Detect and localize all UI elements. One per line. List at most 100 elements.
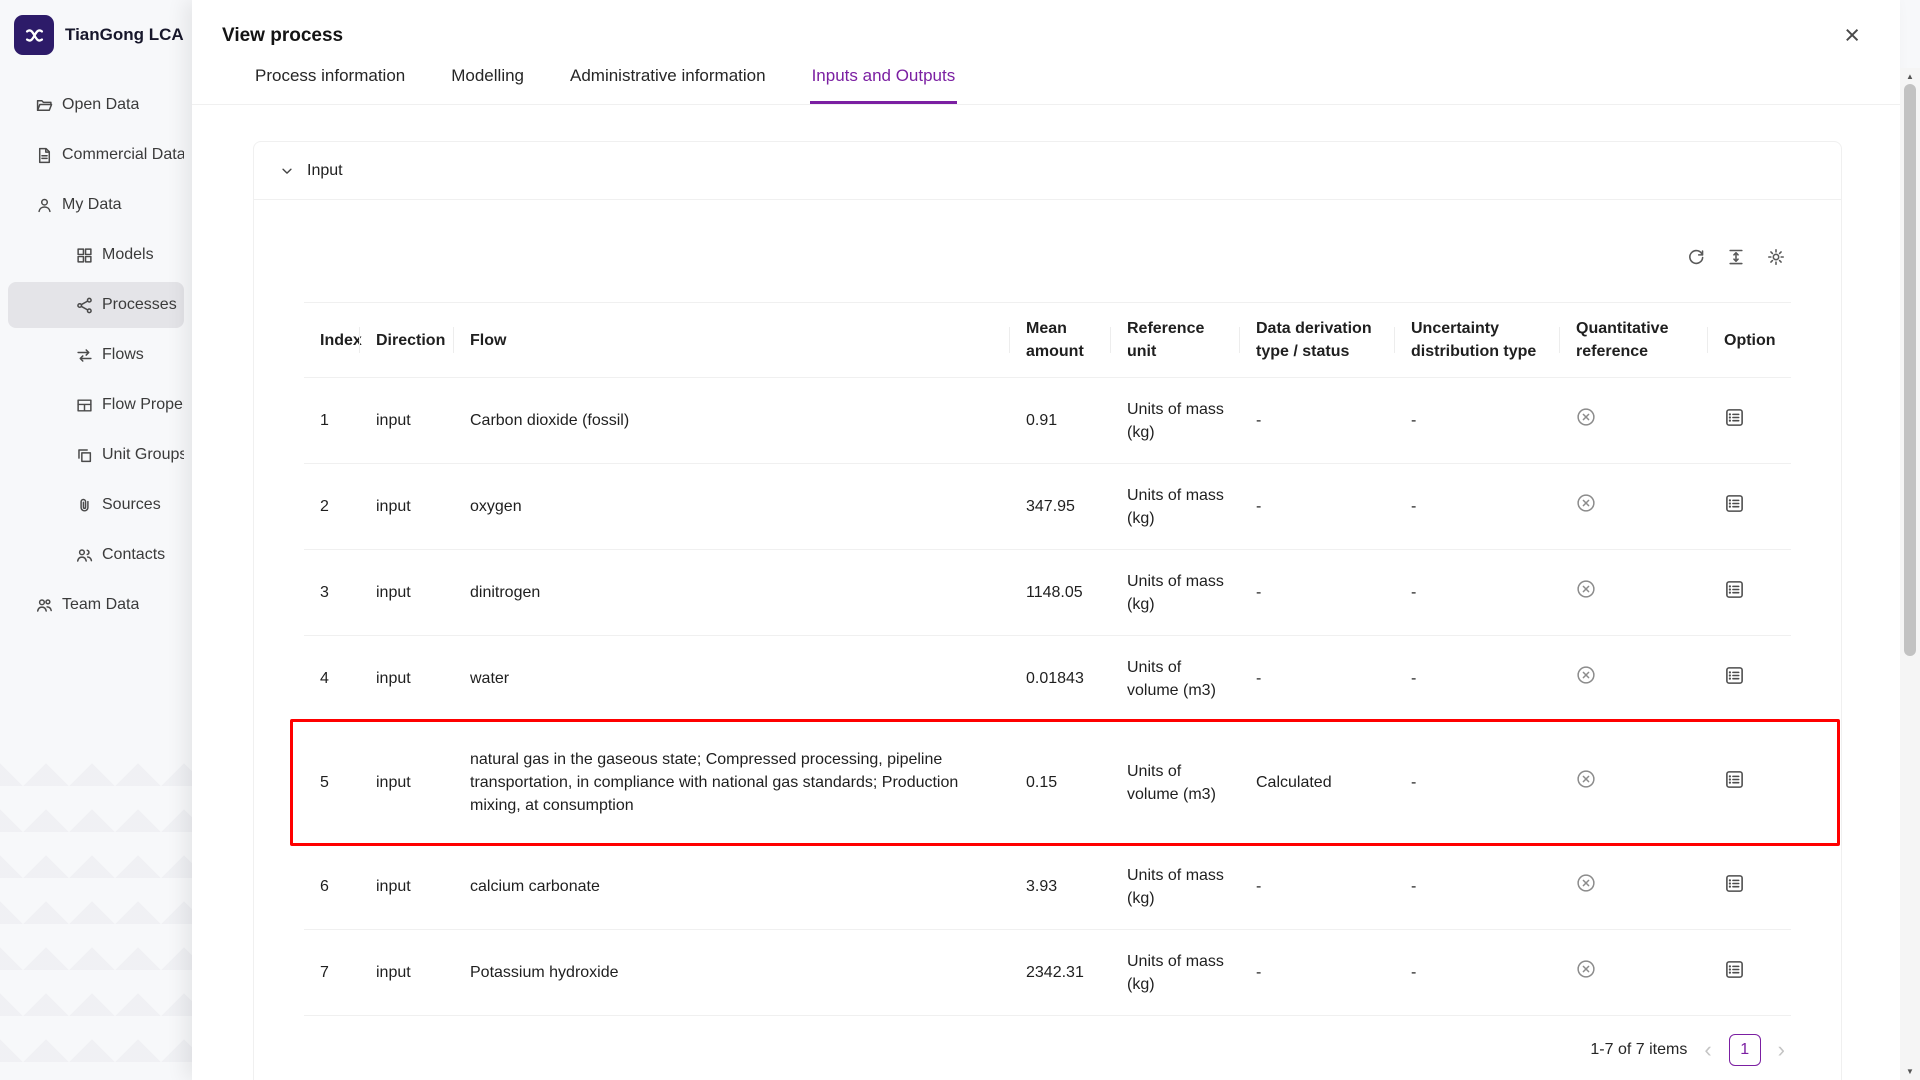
- cell-uncertainty: -: [1395, 863, 1560, 910]
- sidebar-item-my-data[interactable]: My Data: [8, 182, 184, 228]
- cell-mean-amount: 0.15: [1010, 759, 1111, 806]
- paperclip-icon: [76, 497, 93, 514]
- cell-option: [1708, 481, 1788, 533]
- table-row: 2 input oxygen 347.95 Units of mass (kg)…: [304, 464, 1791, 550]
- inputs-table: Index Direction Flow Mean amount Referen…: [304, 302, 1791, 1016]
- view-process-modal: View process × Process information Model…: [192, 0, 1900, 1080]
- cell-mean-amount: 347.95: [1010, 483, 1111, 530]
- cell-index: 6: [304, 863, 360, 910]
- cell-data-derivation: -: [1240, 569, 1395, 616]
- cell-reference-unit: Units of mass (kg): [1111, 938, 1240, 1008]
- tab-modelling[interactable]: Modelling: [449, 55, 526, 104]
- pagination-prev-icon[interactable]: ‹: [1702, 1039, 1713, 1061]
- cell-flow: dinitrogen: [454, 569, 1010, 616]
- cell-reference-unit: Units of volume (m3): [1111, 748, 1240, 818]
- app-logo-icon[interactable]: [14, 15, 54, 55]
- table-header-row: Index Direction Flow Mean amount Referen…: [304, 302, 1791, 378]
- profile-view-icon[interactable]: [1724, 769, 1745, 790]
- refresh-icon[interactable]: [1687, 248, 1705, 266]
- cell-mean-amount: 2342.31: [1010, 949, 1111, 996]
- sidebar-item-unit-groups[interactable]: Unit Groups: [8, 432, 184, 478]
- table-toolbar: [304, 230, 1791, 302]
- table-row: 3 input dinitrogen 1148.05 Units of mass…: [304, 550, 1791, 636]
- cell-data-derivation: -: [1240, 863, 1395, 910]
- sidebar-item-flow-properties[interactable]: Flow Properties: [8, 382, 184, 428]
- tab-process-information[interactable]: Process information: [253, 55, 407, 104]
- input-panel-body: Index Direction Flow Mean amount Referen…: [254, 200, 1841, 1080]
- cell-quantitative-reference: [1560, 653, 1708, 704]
- sidebar-item-commercial-data[interactable]: Commercial Data: [8, 132, 184, 178]
- cell-data-derivation: -: [1240, 483, 1395, 530]
- scrollbar-down-icon[interactable]: ▼: [1900, 1067, 1920, 1076]
- cell-flow: oxygen: [454, 483, 1010, 530]
- circle-cross-icon: [1576, 959, 1596, 979]
- cell-direction: input: [360, 397, 454, 444]
- cell-quantitative-reference: [1560, 861, 1708, 912]
- tab-administrative-information[interactable]: Administrative information: [568, 55, 768, 104]
- sidebar-item-models[interactable]: Models: [8, 232, 184, 278]
- column-header-reference-unit: Reference unit: [1111, 303, 1240, 377]
- cell-quantitative-reference: [1560, 395, 1708, 446]
- tab-inputs-and-outputs[interactable]: Inputs and Outputs: [810, 55, 958, 104]
- cell-option: [1708, 567, 1788, 619]
- brand-title: TianGong LCA: [65, 25, 184, 45]
- circle-cross-icon: [1576, 665, 1596, 685]
- profile-view-icon[interactable]: [1724, 407, 1745, 428]
- modal-header: View process ×: [192, 0, 1900, 55]
- column-header-mean-amount: Mean amount: [1010, 303, 1111, 377]
- profile-view-icon[interactable]: [1724, 579, 1745, 600]
- scrollbar[interactable]: ▲ ▼: [1900, 68, 1920, 1080]
- input-section-header[interactable]: Input: [254, 142, 1841, 200]
- profile-view-icon[interactable]: [1724, 959, 1745, 980]
- sidebar-item-flows[interactable]: Flows: [8, 332, 184, 378]
- share-nodes-icon: [76, 297, 93, 314]
- pagination-next-icon[interactable]: ›: [1776, 1039, 1787, 1061]
- cell-uncertainty: -: [1395, 483, 1560, 530]
- cell-mean-amount: 1148.05: [1010, 569, 1111, 616]
- settings-gear-icon[interactable]: [1767, 248, 1785, 266]
- sidebar-item-processes[interactable]: Processes: [8, 282, 184, 328]
- cell-quantitative-reference: [1560, 567, 1708, 618]
- close-icon[interactable]: ×: [1840, 22, 1864, 49]
- circle-cross-icon: [1576, 407, 1596, 427]
- unit-groups-icon: [76, 447, 93, 464]
- cell-flow: water: [454, 655, 1010, 702]
- profile-view-icon[interactable]: [1724, 665, 1745, 686]
- sidebar: TianGong LCA Open Data Commercial Data M…: [0, 0, 192, 1080]
- sidebar-item-sources[interactable]: Sources: [8, 482, 184, 528]
- column-header-direction: Direction: [360, 315, 454, 366]
- scrollbar-up-icon[interactable]: ▲: [1900, 72, 1920, 81]
- column-height-icon[interactable]: [1727, 248, 1745, 266]
- cell-data-derivation: -: [1240, 949, 1395, 996]
- folder-open-icon: [36, 97, 53, 114]
- cell-direction: input: [360, 863, 454, 910]
- chevron-down-icon: [280, 164, 294, 178]
- sidebar-item-contacts[interactable]: Contacts: [8, 532, 184, 578]
- cell-uncertainty: -: [1395, 655, 1560, 702]
- cell-index: 3: [304, 569, 360, 616]
- profile-view-icon[interactable]: [1724, 493, 1745, 514]
- swap-arrows-icon: [76, 347, 93, 364]
- cell-direction: input: [360, 655, 454, 702]
- modal-body: Input Index Direction Flow Mean amount: [192, 105, 1900, 1080]
- contacts-icon: [76, 547, 93, 564]
- team-icon: [36, 597, 53, 614]
- circle-cross-icon: [1576, 769, 1596, 789]
- pagination: 1-7 of 7 items ‹ 1 ›: [304, 1016, 1791, 1078]
- cell-option: [1708, 861, 1788, 913]
- user-icon: [36, 197, 53, 214]
- cell-index: 4: [304, 655, 360, 702]
- pagination-page-1[interactable]: 1: [1729, 1034, 1761, 1066]
- cell-index: 1: [304, 397, 360, 444]
- scrollbar-thumb[interactable]: [1904, 84, 1916, 656]
- sidebar-item-team-data[interactable]: Team Data: [8, 582, 184, 628]
- modal-title: View process: [222, 25, 343, 47]
- pagination-total: 1-7 of 7 items: [1590, 1041, 1687, 1059]
- sidebar-item-open-data[interactable]: Open Data: [8, 82, 184, 128]
- cell-uncertainty: -: [1395, 569, 1560, 616]
- sidebar-menu: Open Data Commercial Data My Data Models…: [0, 70, 192, 628]
- profile-view-icon[interactable]: [1724, 873, 1745, 894]
- cell-reference-unit: Units of mass (kg): [1111, 386, 1240, 456]
- sidebar-header: TianGong LCA: [0, 0, 192, 70]
- input-section-title: Input: [307, 162, 343, 180]
